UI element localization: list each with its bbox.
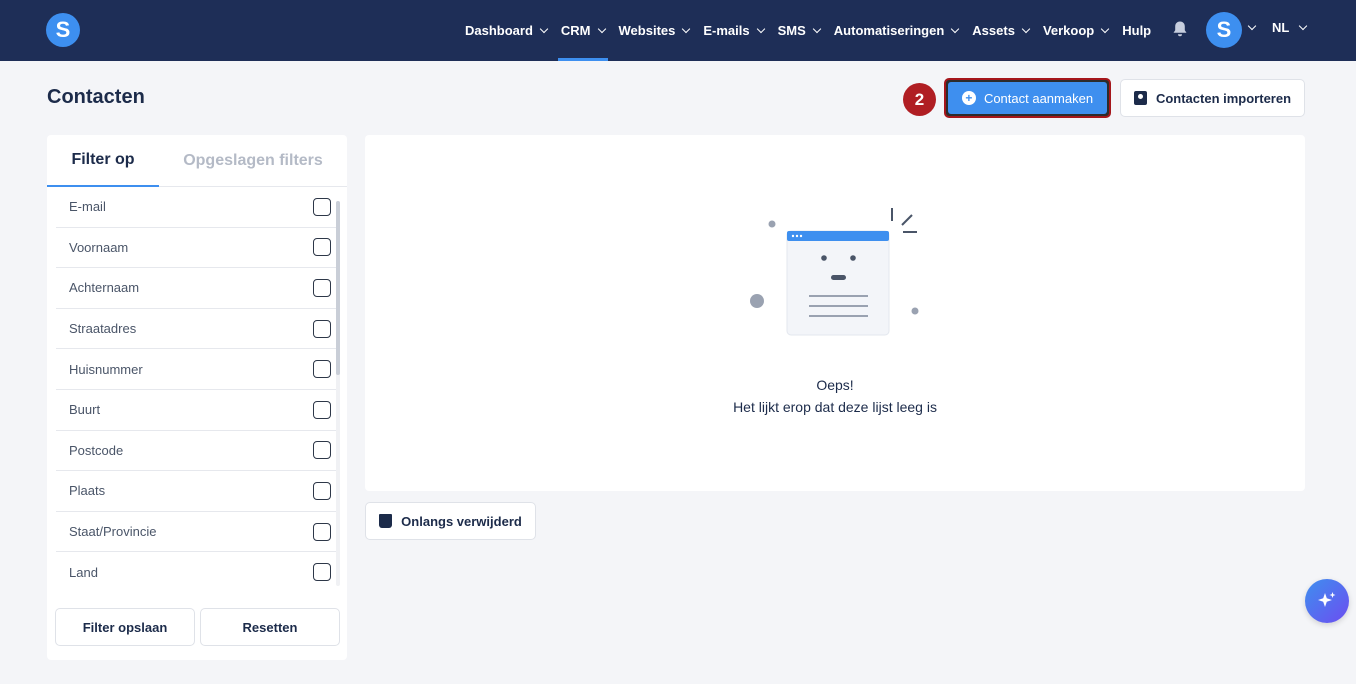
filter-checkbox[interactable] — [313, 278, 331, 297]
tab-saved-filters[interactable]: Opgeslagen filters — [169, 135, 337, 187]
language-selector[interactable]: NL — [1272, 20, 1308, 35]
filter-tabs: Filter op Opgeslagen filters — [47, 135, 347, 187]
filter-row: Postcode — [56, 431, 337, 472]
filter-row: Land — [56, 552, 337, 587]
chevron-down-icon[interactable] — [1247, 21, 1257, 31]
contact-card-icon — [1133, 91, 1147, 105]
filter-field-label: Land — [69, 564, 98, 580]
nav-item-e-mails[interactable]: E-mails — [703, 0, 765, 61]
nav-item-label: Dashboard — [465, 23, 533, 38]
page-title: Contacten — [47, 86, 145, 108]
filter-row: Huisnummer — [56, 349, 337, 390]
filter-field-label: Staat/Provincie — [69, 524, 157, 540]
step-badge: 2 — [903, 83, 936, 116]
recently-deleted-label: Onlangs verwijderd — [401, 513, 522, 529]
language-label: NL — [1272, 20, 1290, 35]
contacts-list-card: Oeps! Het lijkt erop dat deze lijst leeg… — [365, 135, 1305, 491]
nav-item-automatiseringen[interactable]: Automatiseringen — [833, 0, 960, 61]
filter-row: E-mail — [56, 187, 337, 228]
filter-checkbox[interactable] — [313, 481, 331, 500]
nav-item-verkoop[interactable]: Verkoop — [1042, 0, 1110, 61]
filter-checkbox[interactable] — [313, 522, 331, 541]
nav-item-label: SMS — [777, 23, 806, 38]
nav-item-websites[interactable]: Websites — [618, 0, 691, 61]
main-nav: Dashboard CRM Websites E-mails SMS Automatise… — [465, 0, 1165, 61]
scrollbar-thumb[interactable] — [336, 201, 340, 375]
tab-filter-op[interactable]: Filter op — [47, 135, 159, 187]
user-avatar[interactable]: S — [1206, 12, 1242, 48]
filter-checkbox[interactable] — [313, 563, 331, 582]
filter-field-label: Voornaam — [69, 239, 129, 255]
chevron-down-icon — [756, 24, 765, 34]
reset-filter-button[interactable]: Resetten — [200, 608, 340, 646]
create-contact-button-body: + Contact aanmaken — [948, 82, 1107, 114]
import-contacts-label: Contacten importeren — [1155, 90, 1292, 106]
filter-checkbox[interactable] — [313, 400, 331, 419]
filter-checkbox[interactable] — [313, 197, 331, 216]
filter-row: Straatadres — [56, 309, 337, 350]
chevron-down-icon — [597, 24, 606, 34]
nav-item-label: Assets — [972, 23, 1015, 38]
empty-state-message: Het lijkt erop dat deze lijst leeg is — [733, 399, 937, 415]
chevron-down-icon — [812, 24, 822, 34]
nav-item-label: Verkoop — [1042, 23, 1095, 38]
top-navigation-bar: S Dashboard CRM Websites E-mails SMS Automati… — [0, 0, 1356, 61]
filter-panel: Filter op Opgeslagen filters E-mail Voorn… — [47, 135, 347, 660]
filter-list-scrollbar[interactable] — [336, 201, 340, 586]
filter-row: Voornaam — [56, 228, 337, 269]
create-contact-button[interactable]: + Contact aanmaken — [944, 78, 1111, 118]
nav-item-sms[interactable]: SMS — [777, 0, 822, 61]
recently-deleted-button[interactable]: Onlangs verwijderd — [365, 502, 536, 540]
empty-list-illustration — [750, 208, 919, 336]
chevron-down-icon — [539, 24, 549, 34]
nav-item-label: Hulp — [1122, 23, 1152, 38]
filter-row: Staat/Provincie — [56, 512, 337, 553]
nav-item-label: CRM — [560, 23, 591, 38]
filter-field-label: Straatadres — [69, 321, 137, 337]
filter-field-label: Postcode — [69, 442, 124, 458]
filter-row: Plaats — [56, 471, 337, 512]
filter-field-label: Buurt — [69, 402, 101, 418]
filter-checkbox[interactable] — [313, 441, 331, 460]
filter-field-label: E-mail — [69, 199, 106, 215]
filter-field-label: Plaats — [69, 483, 106, 499]
ai-assistant-button[interactable] — [1305, 579, 1349, 623]
filter-checkbox[interactable] — [313, 319, 331, 338]
filter-checkbox[interactable] — [313, 238, 331, 257]
nav-item-dashboard[interactable]: Dashboard — [465, 0, 549, 61]
chevron-down-icon — [1021, 24, 1031, 34]
nav-item-label: Automatiseringen — [833, 23, 945, 38]
import-contacts-button[interactable]: Contacten importeren — [1120, 79, 1305, 117]
chevron-down-icon — [1299, 21, 1308, 31]
create-contact-label: Contact aanmaken — [983, 90, 1094, 106]
brand-logo[interactable]: S — [46, 13, 80, 47]
filter-row: Achternaam — [56, 268, 337, 309]
bell-icon[interactable] — [1172, 20, 1188, 38]
empty-state-title: Oeps! — [816, 377, 854, 393]
plus-circle-icon: + — [961, 91, 976, 105]
sparkle-icon — [1318, 592, 1336, 607]
filter-checkbox[interactable] — [313, 360, 331, 379]
save-filter-button[interactable]: Filter opslaan — [55, 608, 195, 646]
chevron-down-icon — [682, 24, 691, 34]
chevron-down-icon — [951, 24, 960, 34]
nav-item-assets[interactable]: Assets — [972, 0, 1031, 61]
nav-item-hulp[interactable]: Hulp — [1122, 0, 1151, 61]
filter-row: Buurt — [56, 390, 337, 431]
nav-item-label: Websites — [618, 23, 676, 38]
filter-field-label: Huisnummer — [69, 361, 143, 377]
chevron-down-icon — [1100, 24, 1110, 34]
nav-item-label: E-mails — [703, 23, 750, 38]
filter-field-list[interactable]: E-mail Voornaam Achternaam Straatadres Huisn… — [56, 187, 337, 587]
trash-clock-icon — [379, 514, 393, 528]
nav-item-crm[interactable]: CRM — [557, 0, 608, 61]
filter-field-label: Achternaam — [69, 280, 140, 296]
